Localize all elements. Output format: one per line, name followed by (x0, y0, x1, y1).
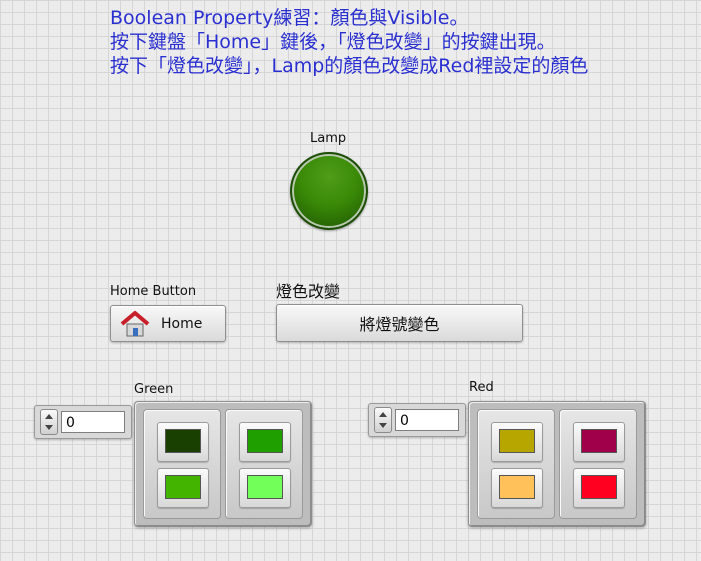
green-index-field[interactable]: 0 (61, 411, 125, 433)
red-column-1 (477, 409, 555, 519)
decrement-arrow-icon[interactable] (379, 423, 387, 428)
home-icon (120, 310, 150, 336)
red-swatch-3 (499, 475, 535, 499)
red-label: Red (469, 380, 494, 395)
home-button-text: Home (161, 315, 203, 332)
description-line-1: Boolean Property練習：顏色與Visible。 (110, 7, 469, 29)
change-button-label: 燈色改變 (276, 282, 341, 301)
decrement-arrow-icon[interactable] (45, 425, 53, 430)
red-swatch-2 (581, 429, 617, 453)
green-swatch-4 (247, 475, 283, 499)
green-swatch-1 (165, 429, 201, 453)
green-index-control[interactable]: 0 (34, 405, 132, 439)
green-swatch-button-1[interactable] (157, 422, 209, 462)
red-index-control[interactable]: 0 (368, 403, 466, 437)
red-swatch-button-4[interactable] (573, 468, 625, 508)
home-button[interactable]: Home (110, 305, 226, 342)
description-text: Boolean Property練習：顏色與Visible。 按下鍵盤「Home… (110, 6, 588, 78)
green-color-array (134, 401, 312, 527)
red-spinner[interactable] (374, 407, 392, 433)
green-column-1 (143, 409, 221, 519)
red-swatch-button-1[interactable] (491, 422, 543, 462)
green-swatch-3 (165, 475, 201, 499)
increment-arrow-icon[interactable] (379, 412, 387, 417)
red-swatch-4 (581, 475, 617, 499)
green-spinner[interactable] (40, 409, 58, 435)
green-label: Green (134, 382, 174, 397)
home-button-label: Home Button (110, 284, 197, 299)
lamp-label: Lamp (310, 131, 347, 146)
description-line-3: 按下「燈色改變」，Lamp的顏色改變成Red裡設定的顏色 (110, 55, 589, 77)
green-column-2 (225, 409, 303, 519)
lamp-indicator (290, 152, 368, 230)
red-swatch-button-2[interactable] (573, 422, 625, 462)
green-swatch-button-4[interactable] (239, 468, 291, 508)
description-line-2: 按下鍵盤「Home」鍵後，「燈色改變」的按鍵出現。 (110, 31, 556, 53)
red-column-2 (559, 409, 637, 519)
green-swatch-2 (247, 429, 283, 453)
increment-arrow-icon[interactable] (45, 414, 53, 419)
red-swatch-1 (499, 429, 535, 453)
red-color-array (468, 401, 646, 527)
red-index-field[interactable]: 0 (395, 409, 459, 431)
green-swatch-button-2[interactable] (239, 422, 291, 462)
red-swatch-button-3[interactable] (491, 468, 543, 508)
change-light-button[interactable]: 將燈號變色 (276, 304, 523, 342)
green-swatch-button-3[interactable] (157, 468, 209, 508)
